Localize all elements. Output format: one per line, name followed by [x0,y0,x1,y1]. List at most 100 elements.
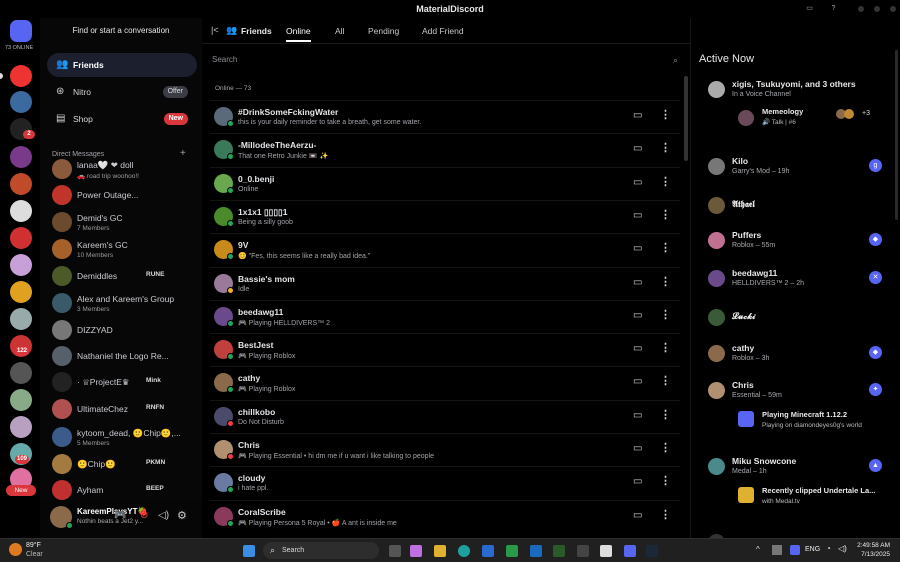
message-icon[interactable]: ▭ [633,443,642,454]
tray-icon[interactable] [772,545,782,555]
close-button[interactable] [890,6,896,12]
more-options-icon[interactable]: ⋮ [660,175,671,188]
copilot-icon[interactable] [410,545,422,557]
more-options-icon[interactable]: ⋮ [660,508,671,521]
message-icon[interactable]: ▭ [633,343,642,354]
gamebar-icon[interactable] [553,545,565,557]
dm-item[interactable]: kytoom_dead, 🙂Chip🙂,... 5 Members [50,422,198,452]
activity-detail[interactable]: Recently clipped Undertale La... with Med… [736,486,886,510]
more-options-icon[interactable]: ⋮ [660,441,671,454]
message-icon[interactable]: ▭ [633,277,642,288]
app-icon[interactable] [600,545,612,557]
server-icon[interactable] [10,65,32,87]
dm-item[interactable]: · ♕ProjectE♛ Mink [50,367,198,397]
maximize-button[interactable] [874,6,880,12]
more-options-icon[interactable]: ⋮ [660,141,671,154]
active-scrollbar[interactable] [895,50,898,220]
tab-add-friend[interactable]: Add Friend [422,26,464,36]
activity-detail[interactable]: Playing Minecraft 1.12.2 Playing on diamo… [736,410,886,434]
file-explorer-icon[interactable] [434,545,446,557]
app-icon[interactable] [577,545,589,557]
server-icon[interactable] [10,281,32,303]
app-icon[interactable] [506,545,518,557]
message-icon[interactable]: ▭ [633,376,642,387]
server-icon[interactable] [10,416,32,438]
server-icon[interactable] [10,173,32,195]
friend-row[interactable]: Bassie's mom Idle ▭ ⋮ [210,266,680,300]
server-icon[interactable] [10,389,32,411]
server-icon[interactable] [10,91,32,113]
message-icon[interactable]: ▭ [633,110,642,121]
minimize-button[interactable] [858,6,864,12]
message-icon[interactable]: ▭ [633,476,642,487]
clock-time[interactable]: 2:49:58 AM [857,542,890,549]
message-icon[interactable]: ▭ [633,177,642,188]
dm-item[interactable]: UltimateChez RNFN [50,394,198,424]
find-conversation-button[interactable]: Find or start a conversation [40,18,202,44]
server-icon[interactable] [10,146,32,168]
friend-row[interactable]: BestJest 🎮 Playing Roblox ▭ ⋮ [210,333,680,366]
more-options-icon[interactable]: ⋮ [660,341,671,354]
discord-taskbar-icon[interactable] [624,545,636,557]
friend-row[interactable]: cloudy i hate ppl. ▭ ⋮ [210,466,680,499]
more-options-icon[interactable]: ⋮ [660,308,671,321]
server-icon[interactable] [10,362,32,384]
clock-date[interactable]: 7/13/2025 [861,551,890,558]
more-options-icon[interactable]: ⋮ [660,108,671,121]
dm-item[interactable]: Kareem's GC 10 Members [50,234,198,264]
message-icon[interactable]: ▭ [633,410,642,421]
tab-pending[interactable]: Pending [368,26,399,36]
friend-row[interactable]: 0_0.benji Online ▭ ⋮ [210,166,680,200]
more-options-icon[interactable]: ⋮ [660,208,671,221]
dm-item[interactable]: Demid's GC 7 Members [50,207,198,237]
more-options-icon[interactable]: ⋮ [660,408,671,421]
nitro-nav[interactable]: ⊛ Nitro Offer [47,80,197,104]
collapse-icon[interactable]: |< [211,25,219,35]
friends-nav[interactable]: 👥 Friends [47,53,197,77]
server-icon[interactable] [10,200,32,222]
shop-nav[interactable]: ▤ Shop New [47,107,197,131]
activity-detail[interactable]: Memeology 🔊 Talk | #6 +3 [736,107,886,129]
server-icon[interactable] [10,227,32,249]
wifi-icon[interactable]: ◔ [826,544,831,553]
server-icon[interactable] [10,308,32,330]
more-options-icon[interactable]: ⋮ [660,474,671,487]
friends-scrollbar[interactable] [684,76,688,161]
task-view-icon[interactable] [389,545,401,557]
friend-row[interactable]: cathy 🎮 Playing Roblox ▭ ⋮ [210,366,680,399]
message-icon[interactable]: ▭ [633,510,642,521]
message-icon[interactable]: ▭ [633,143,642,154]
settings-gear-icon[interactable]: ⚙ [177,509,187,522]
edge-icon[interactable] [458,545,470,557]
weather-icon[interactable] [9,543,22,556]
friend-row[interactable]: 1x1x1 ▯▯▯▯1 Being a silly goob ▭ ⋮ [210,199,680,233]
friend-row[interactable]: -MillodeeTheAerzu- That one Retro Junkie … [210,133,680,166]
friend-row[interactable]: #DrinkSomeFckingWater this is your daily … [210,100,680,133]
tray-discord-icon[interactable] [790,545,800,555]
home-button[interactable] [10,20,32,42]
speaker-icon[interactable]: ◁) [158,510,169,521]
dm-item[interactable]: Power Outage... [50,180,198,210]
friend-row[interactable]: chillkobo Do Not Disturb ▭ ⋮ [210,399,680,433]
friend-row[interactable]: Chris 🎮 Playing Essential • hi dm me if u… [210,433,680,466]
more-options-icon[interactable]: ⋮ [660,241,671,254]
dm-item[interactable]: Alex and Kareem's Group 3 Members [50,288,198,318]
taskbar-search[interactable]: ⌕ Search [263,542,379,559]
help-icon[interactable]: ? [828,3,839,14]
more-options-icon[interactable]: ⋮ [660,275,671,288]
mic-muted-icon[interactable]: ⊘ [140,510,148,521]
tab-online[interactable]: Online [286,26,311,42]
message-icon[interactable]: ▭ [633,210,642,221]
tray-chevron-icon[interactable]: ^ [756,545,760,554]
steam-icon[interactable] [646,545,658,557]
windows-start-icon[interactable] [243,545,255,557]
controller-icon[interactable]: 🎮 [114,510,126,521]
volume-icon[interactable]: ◁) [838,544,847,553]
message-icon[interactable]: ▭ [633,243,642,254]
friend-row[interactable]: 9V 😊 "Fes, this seems like a really bad i… [210,233,680,266]
message-icon[interactable]: ▭ [633,310,642,321]
language-indicator[interactable]: ENG [805,546,820,553]
store-icon[interactable] [482,545,494,557]
dm-item[interactable]: Demiddles RUNE [50,261,198,291]
inbox-icon[interactable]: ▭ [804,3,815,14]
